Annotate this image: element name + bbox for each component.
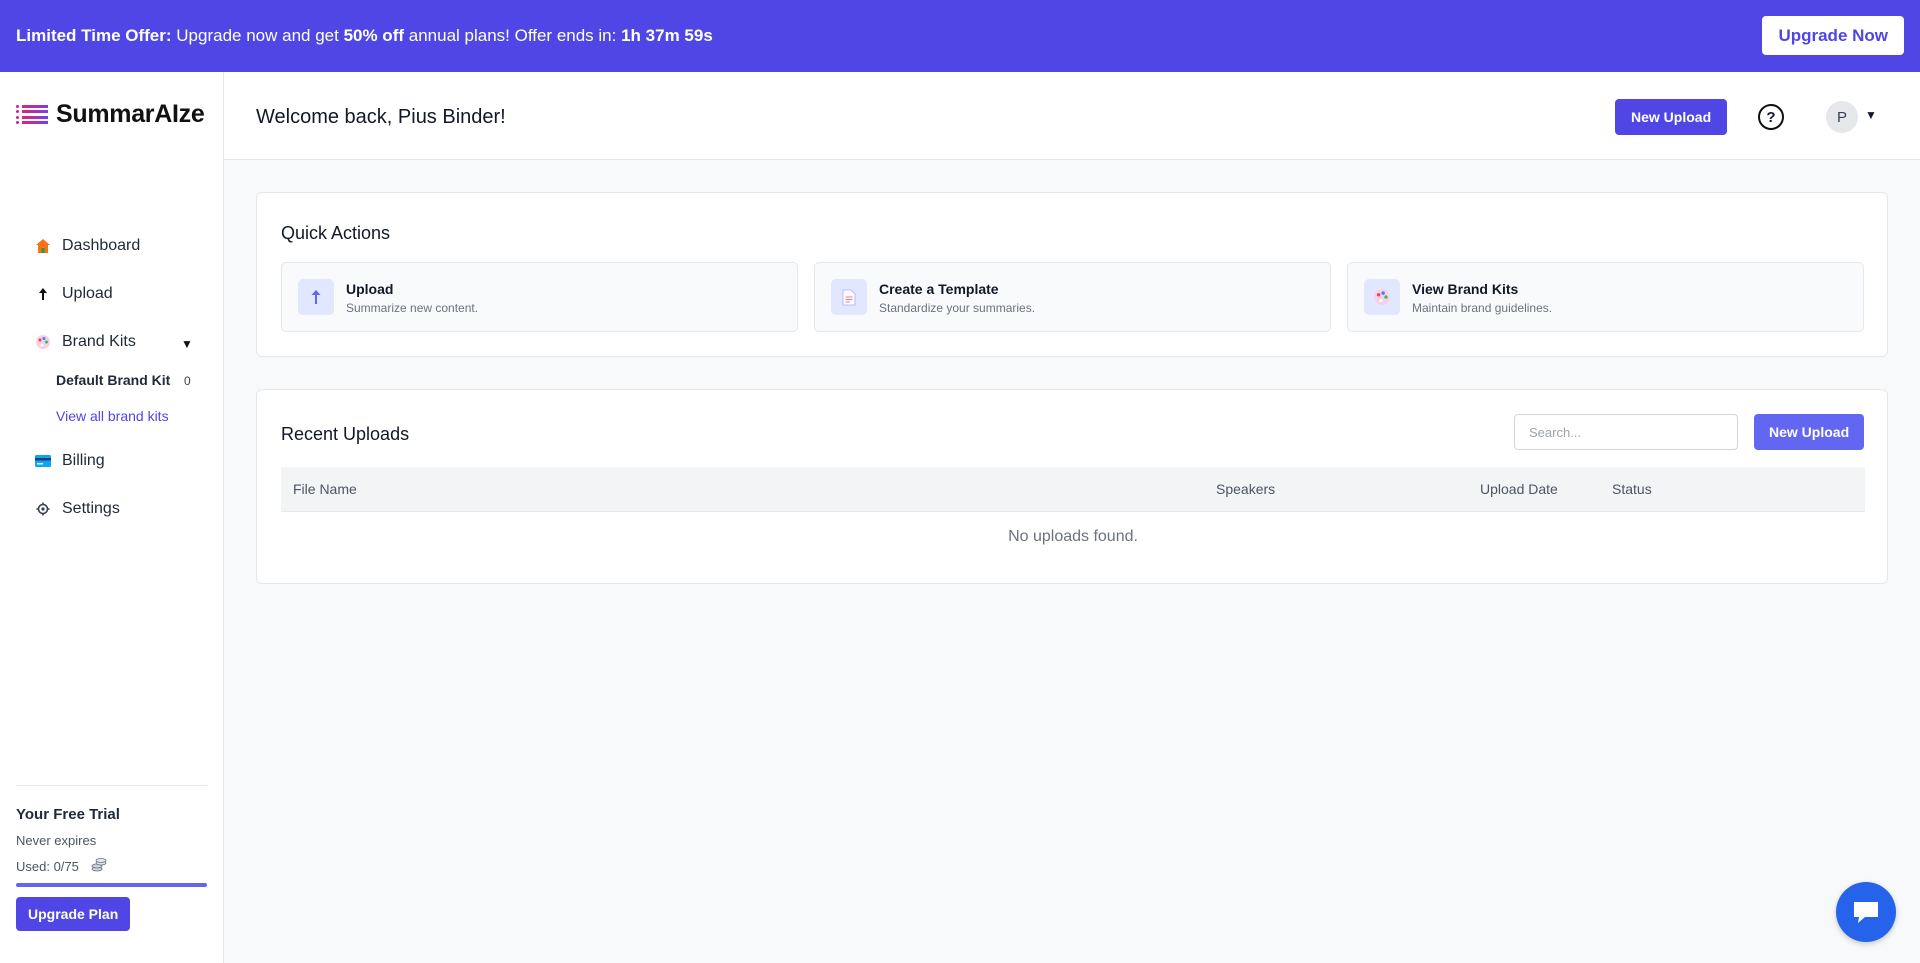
quick-action-upload[interactable]: Upload Summarize new content. xyxy=(281,262,798,332)
brand-list-icon xyxy=(16,104,48,125)
trial-title: Your Free Trial xyxy=(16,806,120,823)
chevron-down-icon[interactable]: ▼ xyxy=(181,337,193,351)
brand-logo-link[interactable]: SummarAIze xyxy=(16,100,205,129)
quick-action-subtitle: Summarize new content. xyxy=(346,301,479,315)
quick-action-title: Create a Template xyxy=(879,281,999,297)
sidebar-item-dashboard[interactable]: Dashboard xyxy=(34,237,140,255)
trial-usage-bar-fill xyxy=(16,883,207,887)
palette-icon xyxy=(34,333,52,351)
coins-icon xyxy=(91,858,107,875)
trial-expiry: Never expires xyxy=(16,833,97,848)
empty-state-message: No uploads found. xyxy=(1008,528,1138,545)
column-header-status[interactable]: Status xyxy=(1612,481,1652,497)
view-all-brand-kits-link[interactable]: View all brand kits xyxy=(56,408,169,424)
upgrade-plan-button[interactable]: Upgrade Plan xyxy=(16,897,131,931)
document-icon xyxy=(831,279,867,315)
promo-countdown: 1h 37m 59s xyxy=(621,26,713,45)
sidebar-item-billing[interactable]: Billing xyxy=(34,452,105,470)
credit-card-icon xyxy=(34,452,52,470)
sidebar-item-label: Dashboard xyxy=(62,237,141,254)
sidebar: SummarAIze Dashboard Upload Brand Kits ▼… xyxy=(0,72,224,963)
palette-icon xyxy=(1364,279,1400,315)
trial-used-text: Used: 0/75 xyxy=(16,859,79,874)
trial-usage: Used: 0/75 xyxy=(16,858,207,875)
promo-text-part1: Upgrade now and get xyxy=(171,26,344,45)
chevron-down-icon[interactable]: ▼ xyxy=(1865,108,1877,122)
promo-text-part2: annual plans! Offer ends in: xyxy=(404,26,622,45)
promo-text: Limited Time Offer: Upgrade now and get … xyxy=(16,26,713,46)
promo-lead: Limited Time Offer: xyxy=(16,26,172,45)
avatar[interactable]: P xyxy=(1826,101,1858,133)
trial-usage-bar xyxy=(16,883,207,887)
page-title: Welcome back, Pius Binder! xyxy=(256,106,506,128)
upgrade-now-button[interactable]: Upgrade Now xyxy=(1762,16,1904,55)
chat-icon[interactable] xyxy=(1836,882,1896,942)
gear-icon xyxy=(34,500,52,518)
recent-uploads-card: Recent Uploads New Upload File Name Spea… xyxy=(256,389,1888,584)
sidebar-item-settings[interactable]: Settings xyxy=(34,500,120,518)
upload-arrow-icon xyxy=(298,279,334,315)
new-upload-button[interactable]: New Upload xyxy=(1615,99,1728,135)
brand-kit-count: 0 xyxy=(184,374,191,388)
brand-name: SummarAIze xyxy=(56,100,205,128)
arrow-up-icon xyxy=(34,285,52,303)
column-header-upload-date[interactable]: Upload Date xyxy=(1480,481,1558,497)
recent-uploads-title: Recent Uploads xyxy=(281,424,410,444)
quick-action-title: View Brand Kits xyxy=(1412,281,1519,297)
quick-action-create-template[interactable]: Create a Template Standardize your summa… xyxy=(814,262,1331,332)
house-icon xyxy=(34,237,52,255)
table-header: File Name Speakers Upload Date Status xyxy=(281,467,1865,512)
column-header-speakers[interactable]: Speakers xyxy=(1216,481,1275,497)
quick-actions-title: Quick Actions xyxy=(281,223,391,243)
sidebar-item-upload[interactable]: Upload xyxy=(34,285,113,303)
sidebar-item-label: Upload xyxy=(62,285,113,302)
quick-action-subtitle: Maintain brand guidelines. xyxy=(1412,301,1553,315)
column-header-file-name[interactable]: File Name xyxy=(293,481,357,497)
brand-kit-default[interactable]: Default Brand Kit xyxy=(56,372,170,388)
new-upload-button[interactable]: New Upload xyxy=(1754,414,1865,450)
quick-action-title: Upload xyxy=(346,281,394,297)
promo-banner: Limited Time Offer: Upgrade now and get … xyxy=(0,0,1920,72)
top-header: Welcome back, Pius Binder! New Upload ? … xyxy=(224,72,1920,160)
quick-actions-card: Quick Actions Upload Summarize new conte… xyxy=(256,192,1888,357)
search-input[interactable] xyxy=(1514,414,1738,450)
quick-action-subtitle: Standardize your summaries. xyxy=(879,301,1036,315)
free-trial-panel: Your Free Trial Never expires Used: 0/75… xyxy=(16,785,207,931)
sidebar-item-label: Brand Kits xyxy=(62,333,136,350)
quick-action-view-brand-kits[interactable]: View Brand Kits Maintain brand guideline… xyxy=(1347,262,1864,332)
sidebar-item-label: Billing xyxy=(62,452,105,469)
sidebar-item-brand-kits[interactable]: Brand Kits xyxy=(34,333,136,351)
help-icon[interactable]: ? xyxy=(1758,104,1784,130)
promo-discount: 50% off xyxy=(343,26,405,45)
sidebar-item-label: Settings xyxy=(62,500,120,517)
